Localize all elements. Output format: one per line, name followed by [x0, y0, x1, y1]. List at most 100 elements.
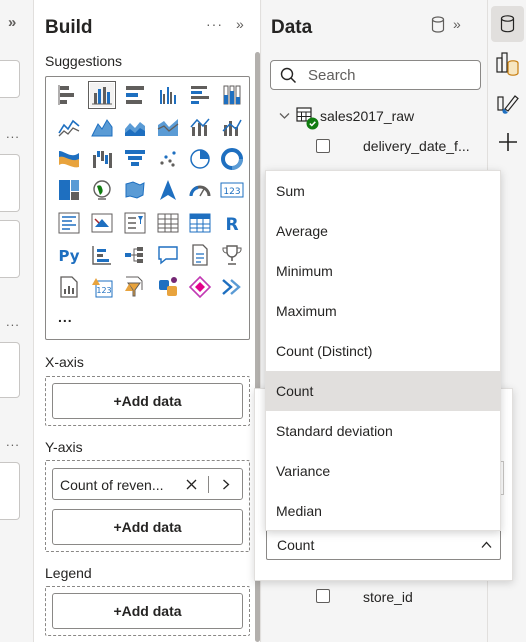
menu-item-maximum[interactable]: Maximum [266, 291, 500, 331]
decomposition-tree-icon[interactable] [123, 243, 147, 267]
diamond-visual-icon[interactable] [188, 275, 212, 299]
data-pane-button[interactable] [491, 6, 524, 42]
filter-card[interactable] [0, 60, 20, 98]
build-more-options-icon[interactable]: ··· [206, 16, 223, 32]
menu-item-count[interactable]: Count [266, 371, 500, 411]
scatter-icon[interactable] [156, 147, 180, 171]
donut-icon[interactable] [220, 147, 244, 171]
filter-card[interactable] [0, 154, 20, 212]
globe-map-icon[interactable] [90, 178, 114, 202]
metrics-card-icon[interactable]: 123 [90, 275, 114, 299]
search-icon [280, 67, 297, 84]
svg-text:123: 123 [96, 286, 111, 295]
chevron-up-icon [481, 541, 492, 548]
more-visuals-button[interactable]: ... [58, 309, 73, 325]
aggregation-select[interactable]: Count [266, 529, 501, 560]
chevron-right-icon[interactable] [222, 479, 230, 490]
left-collapsed-panel: » ... ... ... [0, 0, 34, 642]
funnel-icon[interactable] [123, 147, 147, 171]
field-checkbox[interactable] [316, 589, 330, 603]
menu-item-minimum[interactable]: Minimum [266, 251, 500, 291]
menu-item-variance[interactable]: Variance [266, 451, 500, 491]
more-options-icon[interactable]: ... [6, 314, 20, 329]
clustered-column-2-icon[interactable] [156, 83, 180, 107]
line-column-icon[interactable] [188, 115, 212, 139]
stacked-area-icon[interactable] [123, 115, 147, 139]
table-icon[interactable] [156, 211, 180, 235]
line-area-icon[interactable] [156, 115, 180, 139]
build-title: Build [45, 17, 93, 38]
aggregation-dropdown-menu: Sum Average Minimum Maximum Count (Disti… [265, 170, 501, 531]
menu-item-average[interactable]: Average [266, 211, 500, 251]
gauge-icon[interactable] [188, 178, 212, 202]
filter-card[interactable] [0, 220, 20, 278]
svg-text:R: R [225, 215, 238, 235]
add-pane-button[interactable] [491, 124, 524, 160]
pie-icon[interactable] [188, 147, 212, 171]
database-icon [500, 15, 515, 33]
python-visual-icon[interactable]: Py [57, 243, 81, 267]
card-123-icon[interactable]: 123 [220, 178, 244, 202]
narrative-icon[interactable] [188, 243, 212, 267]
chevron-down-icon[interactable] [279, 112, 290, 120]
plus-icon [499, 133, 517, 151]
waterfall-icon[interactable] [90, 147, 114, 171]
power-automate-icon[interactable] [156, 275, 180, 299]
line-chart-icon[interactable] [57, 115, 81, 139]
yaxis-add-data-button[interactable]: +Add data [52, 509, 243, 545]
kpi-icon[interactable] [90, 211, 114, 235]
line-column-2-icon[interactable] [220, 115, 244, 139]
svg-text:123: 123 [223, 187, 240, 197]
power-apps-icon[interactable] [123, 275, 147, 299]
ribbon-chart-icon[interactable] [57, 147, 81, 171]
trophy-icon[interactable] [220, 243, 244, 267]
field-delivery-date[interactable]: delivery_date_f... [363, 138, 470, 154]
xaxis-label: X-axis [45, 354, 84, 370]
arrows-visual-icon[interactable] [220, 275, 244, 299]
more-options-icon[interactable]: ... [6, 434, 20, 449]
more-options-icon[interactable]: ... [6, 126, 20, 141]
build-pane-button[interactable] [491, 46, 524, 82]
table-icon [296, 107, 319, 130]
matrix-icon[interactable] [188, 211, 212, 235]
stacked-bar-icon[interactable] [57, 83, 81, 107]
aggregation-select-value: Count [277, 537, 315, 553]
filter-card[interactable] [0, 342, 20, 398]
search-box[interactable]: Search [270, 60, 481, 90]
yaxis-field-chip[interactable]: Count of reven... [52, 468, 243, 500]
format-pane-button[interactable] [491, 86, 524, 122]
data-source-icon[interactable] [431, 16, 445, 33]
menu-item-sum[interactable]: Sum [266, 171, 500, 211]
menu-item-count-distinct[interactable]: Count (Distinct) [266, 331, 500, 371]
menu-item-median[interactable]: Median [266, 491, 500, 531]
table-name[interactable]: sales2017_raw [320, 108, 414, 124]
remove-field-icon[interactable] [186, 479, 197, 490]
key-influencers-icon[interactable] [90, 243, 114, 267]
field-checkbox[interactable] [316, 139, 330, 153]
stacked-bar-100-icon[interactable] [123, 83, 147, 107]
column-100-icon[interactable] [220, 83, 244, 107]
multirow-card-icon[interactable] [57, 211, 81, 235]
legend-add-data-button[interactable]: +Add data [52, 593, 243, 629]
treemap-icon[interactable] [57, 178, 81, 202]
xaxis-add-data-button[interactable]: +Add data [52, 383, 243, 419]
collapse-build-icon[interactable]: » [236, 16, 244, 32]
filled-map-icon[interactable] [123, 178, 147, 202]
data-title: Data [271, 17, 313, 38]
expand-filters-icon[interactable]: » [8, 14, 16, 31]
menu-item-standard-deviation[interactable]: Standard deviation [266, 411, 500, 451]
filter-card[interactable] [0, 462, 20, 520]
slicer-icon[interactable] [123, 211, 147, 235]
field-store-id[interactable]: store_id [363, 589, 413, 605]
qa-icon[interactable] [156, 243, 180, 267]
azure-map-icon[interactable] [156, 178, 180, 202]
collapse-data-icon[interactable]: » [453, 16, 461, 32]
legend-label: Legend [45, 565, 92, 581]
r-visual-icon[interactable]: R [220, 211, 244, 235]
area-chart-icon[interactable] [90, 115, 114, 139]
yaxis-well: Count of reven... +Add data [45, 460, 250, 552]
paginated-report-icon[interactable] [57, 275, 81, 299]
clustered-bar-icon[interactable] [188, 83, 212, 107]
yaxis-label: Y-axis [45, 439, 83, 455]
clustered-column-icon[interactable] [88, 81, 116, 109]
